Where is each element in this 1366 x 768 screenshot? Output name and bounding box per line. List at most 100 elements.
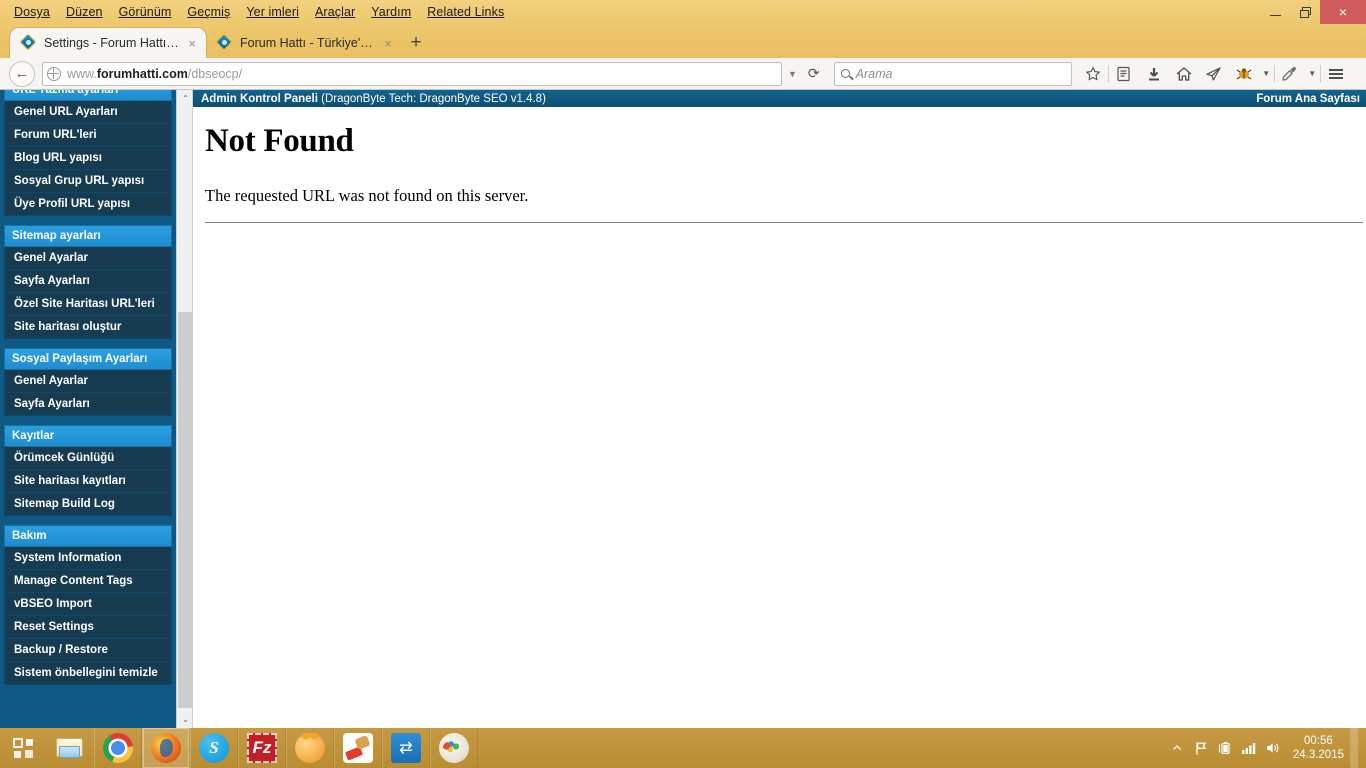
send-tab-icon[interactable] bbox=[1199, 60, 1229, 88]
show-hidden-icons-icon[interactable] bbox=[1165, 742, 1189, 754]
taskbar-app-skype[interactable]: S bbox=[190, 728, 238, 768]
sidebar-item-forum-urlleri[interactable]: Forum URL'leri bbox=[4, 124, 172, 147]
taskbar-app-gnome[interactable] bbox=[286, 728, 334, 768]
menu-label-related-links: Related Links bbox=[427, 5, 505, 19]
reader-icon[interactable] bbox=[1109, 60, 1139, 88]
address-bar-text: www.forumhatti.com/dbseocp/ bbox=[67, 67, 777, 81]
nav-heading-kayitlar: Kayıtlar bbox=[4, 425, 172, 447]
scrollbar-thumb[interactable] bbox=[178, 312, 193, 708]
sidebar-item-sosyal-grup-url-yapisi[interactable]: Sosyal Grup URL yapısı bbox=[4, 170, 172, 193]
sidebar-item-blog-url-yapisi[interactable]: Blog URL yapısı bbox=[4, 147, 172, 170]
taskbar-clock[interactable]: 00:56 24.3.2015 bbox=[1285, 734, 1350, 762]
new-tab-button[interactable]: + bbox=[402, 28, 430, 58]
error-message: The requested URL was not found on this … bbox=[205, 186, 529, 205]
reload-icon[interactable]: ⟳ bbox=[803, 65, 825, 82]
network-signal-icon[interactable] bbox=[1237, 741, 1261, 755]
sidebar-item-sitemap-build-log[interactable]: Sitemap Build Log bbox=[4, 493, 172, 516]
browser-tab-1[interactable]: Settings - Forum Hattı - Tü... × bbox=[10, 28, 206, 58]
error-page: Not Found The requested URL was not foun… bbox=[194, 107, 1366, 223]
downloads-icon[interactable] bbox=[1139, 60, 1169, 88]
taskbar-app-file-explorer[interactable] bbox=[46, 728, 94, 768]
admin-panel-title: Admin Kontrol Paneli (DragonByte Tech: D… bbox=[201, 93, 546, 105]
menu-hamburger-icon[interactable] bbox=[1321, 60, 1351, 88]
home-icon[interactable] bbox=[1169, 60, 1199, 88]
forum-home-link[interactable]: Forum Ana Sayfası bbox=[1256, 93, 1360, 105]
chevron-down-icon[interactable]: ▼ bbox=[782, 69, 803, 79]
taskbar-app-mozilla-firefox[interactable] bbox=[142, 728, 190, 768]
minimize-button[interactable] bbox=[1260, 0, 1290, 24]
address-bar[interactable]: www.forumhatti.com/dbseocp/ bbox=[42, 61, 782, 86]
sidebar-item-orumcek-gunlugu[interactable]: Örümcek Günlüğü bbox=[4, 447, 172, 470]
taskbar-app-ccleaner[interactable] bbox=[334, 728, 382, 768]
battery-icon[interactable] bbox=[1213, 741, 1237, 756]
show-desktop-button[interactable] bbox=[1350, 728, 1358, 768]
sidebar-item-system-information[interactable]: System Information bbox=[4, 547, 172, 570]
sidebar-item-vbseo-import[interactable]: vBSEO Import bbox=[4, 593, 172, 616]
sidebar-item-sitemap-genel-ayarlar[interactable]: Genel Ayarlar bbox=[4, 247, 172, 270]
sidebar-item-site-haritasi-kayitlari[interactable]: Site haritası kayıtları bbox=[4, 470, 172, 493]
menu-item-yardim[interactable]: Yardım bbox=[363, 3, 419, 21]
sidebar-item-genel-url-ayarlari[interactable]: Genel URL Ayarları bbox=[4, 101, 172, 124]
sidebar-item-manage-content-tags[interactable]: Manage Content Tags bbox=[4, 570, 172, 593]
page-title: Not Found bbox=[205, 123, 354, 159]
tab-favicon-icon bbox=[19, 33, 37, 51]
addon-icon[interactable] bbox=[1229, 60, 1259, 88]
menu-item-araclar[interactable]: Araçlar bbox=[307, 3, 363, 21]
bookmark-star-icon[interactable] bbox=[1078, 60, 1108, 88]
menu-item-related-links[interactable]: Related Links bbox=[419, 3, 512, 21]
gnome-foot-icon bbox=[295, 732, 325, 763]
taskbar-app-google-chrome[interactable] bbox=[94, 728, 142, 768]
sidebar-item-uye-profil-url-yapisi[interactable]: Üye Profil URL yapısı bbox=[4, 193, 172, 216]
tab-close-button-1[interactable]: × bbox=[186, 37, 198, 50]
taskbar-app-filezilla[interactable]: Fz bbox=[238, 728, 286, 768]
menu-label-gecmis: Geçmiş bbox=[187, 5, 231, 19]
menu-item-yer-imleri[interactable]: Yer imleri bbox=[238, 3, 307, 21]
navigation-toolbar: ← www.forumhatti.com/dbseocp/ ▼ ⟳ Arama … bbox=[0, 58, 1366, 90]
file-explorer-icon bbox=[55, 736, 85, 760]
taskbar-app-paint[interactable] bbox=[430, 728, 478, 768]
taskbar-app-teamviewer[interactable] bbox=[382, 728, 430, 768]
scroll-up-icon[interactable]: ⌃ bbox=[177, 90, 194, 107]
search-box[interactable]: Arama bbox=[833, 61, 1072, 86]
sidebar-item-backup-restore[interactable]: Backup / Restore bbox=[4, 639, 172, 662]
clock-date: 24.3.2015 bbox=[1292, 749, 1344, 761]
sidebar-item-sosyal-genel-ayarlar[interactable]: Genel Ayarlar bbox=[4, 370, 172, 393]
eyedropper-icon[interactable] bbox=[1275, 60, 1305, 88]
back-button[interactable]: ← bbox=[9, 60, 35, 87]
close-window-button[interactable]: × bbox=[1320, 0, 1366, 24]
sidebar-item-ozel-site-haritasi-urlleri[interactable]: Özel Site Haritası URL'leri bbox=[4, 293, 172, 316]
url-path: /dbseocp/ bbox=[187, 66, 243, 81]
volume-icon[interactable] bbox=[1261, 741, 1285, 755]
maximize-button[interactable] bbox=[1290, 0, 1320, 24]
menu-label-duzen: Düzen bbox=[65, 5, 103, 19]
tab-close-button-2[interactable]: × bbox=[382, 37, 394, 50]
admin-panel-title-main: Admin Kontrol Paneli bbox=[201, 92, 318, 105]
page-viewport: URL Yazma ayarları Genel URL Ayarları Fo… bbox=[0, 90, 1366, 728]
scroll-down-icon[interactable]: ⌄ bbox=[177, 711, 194, 728]
nav-heading-bakim: Bakım bbox=[4, 525, 172, 547]
menu-label-gorunum: Görünüm bbox=[118, 5, 172, 19]
addon-chevron-down-icon[interactable]: ▼ bbox=[1259, 60, 1274, 88]
browser-tab-2[interactable]: Forum Hattı - Türkiye'nin E... × bbox=[206, 28, 402, 58]
sidebar-item-sosyal-sayfa-ayarlari[interactable]: Sayfa Ayarları bbox=[4, 393, 172, 416]
toolbar-icons: ▼ ▼ bbox=[1078, 60, 1351, 88]
tab-title-1: Settings - Forum Hattı - Tü... bbox=[44, 36, 179, 50]
menu-item-gecmis[interactable]: Geçmiş bbox=[179, 3, 238, 21]
ccleaner-icon bbox=[343, 733, 373, 763]
menu-item-gorunum[interactable]: Görünüm bbox=[111, 3, 180, 21]
search-icon bbox=[840, 69, 850, 78]
menu-item-dosya[interactable]: Dosya bbox=[6, 3, 58, 21]
start-button[interactable] bbox=[0, 728, 46, 768]
sidebar-item-sistem-onbellegini-temizle[interactable]: Sistem önbellegini temizle bbox=[4, 662, 172, 685]
sidebar-item-reset-settings[interactable]: Reset Settings bbox=[4, 616, 172, 639]
sidebar-item-sitemap-sayfa-ayarlari[interactable]: Sayfa Ayarları bbox=[4, 270, 172, 293]
nav-heading-url-yazma: URL Yazma ayarları bbox=[4, 90, 172, 101]
eyedropper-chevron-down-icon[interactable]: ▼ bbox=[1305, 60, 1320, 88]
menu-item-duzen[interactable]: Düzen bbox=[58, 3, 111, 21]
sidebar-item-site-haritasi-olustur[interactable]: Site haritası oluştur bbox=[4, 316, 172, 339]
admin-panel-title-sub: (DragonByte Tech: DragonByte SEO v1.4.8) bbox=[317, 92, 546, 105]
page-scrollbar[interactable]: ⌃ ⌄ bbox=[176, 90, 193, 728]
globe-icon bbox=[47, 66, 61, 81]
maximize-icon bbox=[1299, 6, 1311, 18]
action-center-flag-icon[interactable] bbox=[1189, 741, 1213, 756]
